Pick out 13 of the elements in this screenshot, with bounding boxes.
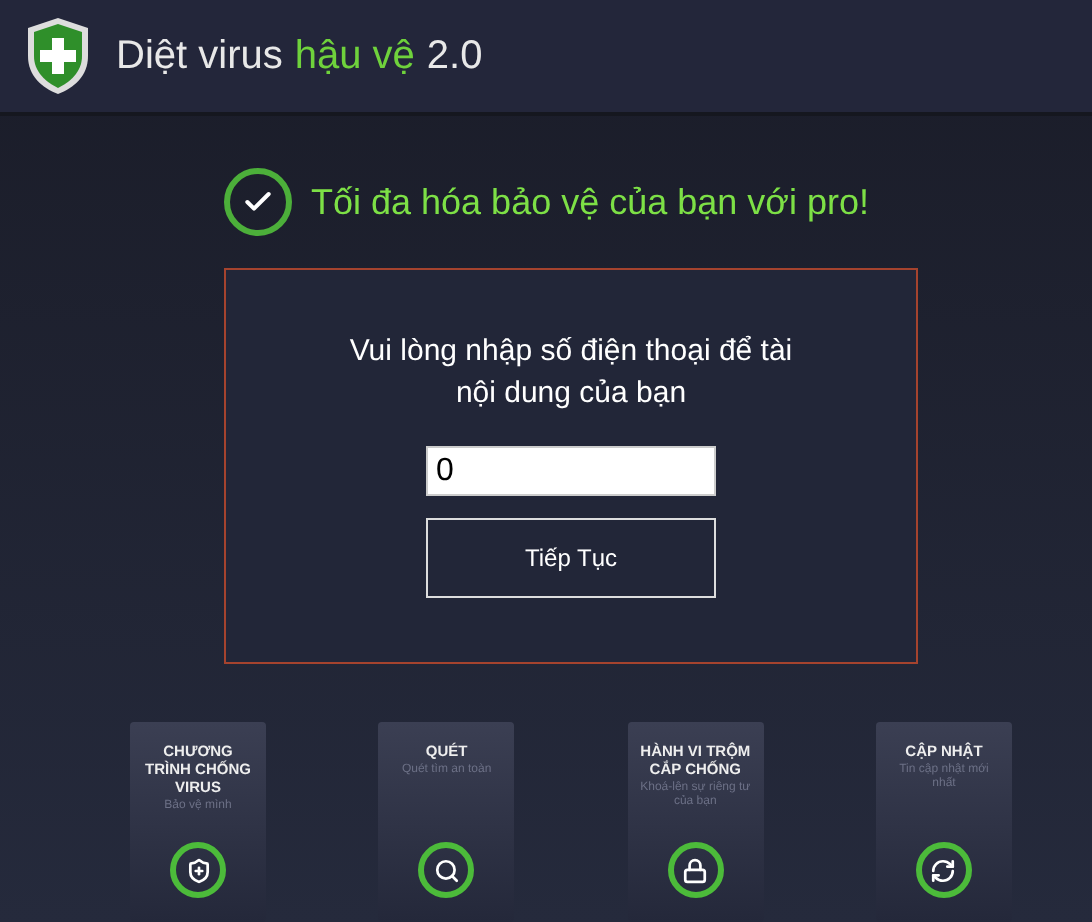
shield-icon xyxy=(170,842,226,898)
continue-button[interactable]: Tiếp Tục xyxy=(426,518,716,599)
check-icon xyxy=(223,168,291,237)
prompt-text: Vui lòng nhập số điện thoại để tài nội dung của bạn xyxy=(347,332,795,415)
refresh-icon xyxy=(915,842,972,898)
app-title: Diệt virus xyxy=(116,33,283,80)
phone-input-field[interactable]: 0 xyxy=(426,446,716,497)
app-title: 2.0 xyxy=(426,33,483,80)
lock-icon xyxy=(667,842,724,898)
app-title: hậu vệ xyxy=(294,33,415,80)
headline: Tối đa hóa bảo vệ của bạn với pro! xyxy=(311,181,869,224)
shield-logo-icon xyxy=(24,16,92,97)
search-icon xyxy=(418,842,475,898)
